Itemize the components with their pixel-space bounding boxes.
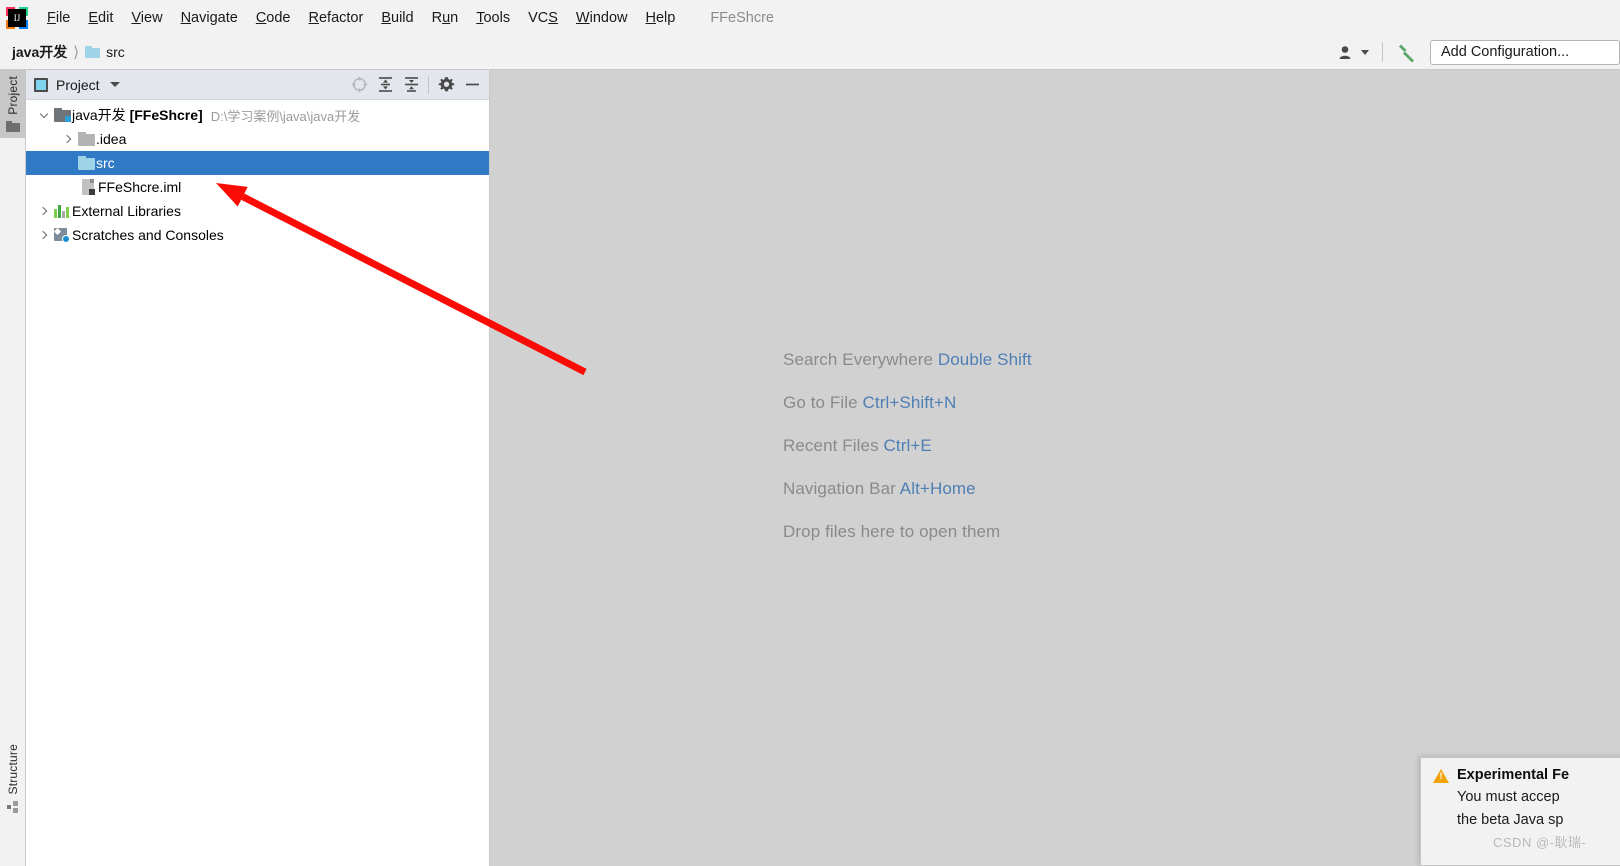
hint-shortcut: Alt+Home (899, 479, 976, 498)
tree-row-external-libraries[interactable]: External Libraries (26, 199, 489, 223)
menu-code[interactable]: Code (247, 6, 300, 30)
settings-button[interactable] (433, 73, 459, 97)
watermark-text: CSDN @-耿瑞- (1493, 835, 1587, 850)
hint-navigation-bar: Navigation Bar Alt+Home (783, 479, 976, 498)
menu-tools[interactable]: Tools (467, 6, 519, 30)
menu-build[interactable]: Build (372, 6, 422, 30)
sidebar-tab-project-label: Project (6, 76, 20, 115)
hint-recent-files: Recent Files Ctrl+E (783, 436, 932, 455)
tree-label-idea-folder: .idea (96, 131, 127, 147)
warning-triangle-icon (1433, 769, 1449, 783)
breadcrumb: java开发 ⟩ src (12, 42, 125, 62)
project-tool-window-header: Project (26, 70, 489, 100)
chevron-right-icon[interactable] (36, 223, 52, 247)
main-toolbar-right: Add Configuration... (1333, 35, 1620, 69)
menu-refactor[interactable]: Refactor (300, 6, 373, 30)
menu-help[interactable]: Help (636, 6, 684, 30)
user-account-button[interactable] (1333, 39, 1375, 65)
scratches-icon (52, 227, 72, 243)
menu-vcs[interactable]: VCS (519, 6, 567, 30)
tree-label-project-root: java开发 [FFeShcre] (72, 107, 203, 123)
sidebar-tab-structure[interactable]: Structure (0, 738, 26, 819)
build-hammer-button[interactable] (1390, 39, 1424, 65)
notification-line: the beta Java sp (1457, 812, 1564, 828)
expand-all-button[interactable] (372, 73, 398, 97)
collapse-all-icon (404, 77, 418, 92)
add-configuration-button[interactable]: Add Configuration... (1430, 39, 1620, 65)
notification-body: You must accep the beta Java sp (1433, 786, 1620, 832)
menu-edit[interactable]: Edit (79, 6, 122, 30)
project-tree: java开发 [FFeShcre] D:\学习案例\java\java开发 .i… (26, 100, 489, 247)
breadcrumb-separator-icon: ⟩ (73, 44, 80, 61)
hide-tool-window-button[interactable] (459, 73, 485, 97)
hint-shortcut: Ctrl+E (883, 436, 932, 455)
tree-path-project-root: D:\学习案例\java\java开发 (210, 108, 361, 124)
tree-row-idea-folder[interactable]: .idea (26, 127, 489, 151)
project-tool-window: Project java开发 [FFeShcre] D:\学习案例\java\j… (26, 70, 490, 866)
project-window-icon (34, 77, 48, 92)
hint-shortcut: Ctrl+Shift+N (862, 393, 957, 412)
chevron-right-icon[interactable] (36, 199, 52, 223)
project-tool-window-actions (346, 73, 485, 97)
chevron-down-icon (1361, 49, 1369, 55)
hint-drop-files: Drop files here to open them (783, 522, 1001, 541)
hint-shortcut: Double Shift (937, 350, 1032, 369)
hint-go-to-file: Go to File Ctrl+Shift+N (783, 393, 957, 412)
project-tool-window-title: Project (56, 76, 100, 93)
breadcrumb-item-src[interactable]: src (106, 44, 125, 60)
user-account-icon (1339, 45, 1351, 59)
window-project-name: FFeShcre (710, 9, 774, 26)
folder-icon (6, 120, 20, 132)
editor-hints-list: Search Everywhere Double Shift Go to Fil… (783, 350, 1032, 542)
menu-run[interactable]: Run (423, 6, 468, 30)
menu-window[interactable]: Window (567, 6, 637, 30)
module-folder-icon (52, 108, 72, 122)
iml-file-icon (78, 179, 98, 195)
structure-icon (6, 800, 20, 813)
collapse-all-button[interactable] (398, 73, 424, 97)
editor-empty-area[interactable]: Search Everywhere Double Shift Go to Fil… (490, 70, 1620, 866)
tree-label-external-libraries: External Libraries (72, 203, 181, 219)
toolbar-separator (428, 75, 429, 94)
tree-label-src-folder: src (96, 155, 115, 171)
navigation-bar: java开发 ⟩ src Add Configuration... (0, 35, 1620, 70)
chevron-right-icon[interactable] (60, 127, 76, 151)
tree-row-scratches-and-consoles[interactable]: Scratches and Consoles (26, 223, 489, 247)
menu-navigate[interactable]: Navigate (172, 6, 247, 30)
intellij-idea-logo-icon: IJ (6, 6, 28, 29)
folder-gray-icon (76, 132, 96, 146)
project-view-selector[interactable]: Project (30, 77, 124, 93)
tree-row-src-folder[interactable]: src (26, 151, 489, 175)
intellij-idea-window: IJ File Edit View Navigate Code Refactor… (0, 0, 1620, 866)
libraries-icon (52, 204, 72, 218)
breadcrumb-item-project[interactable]: java开发 (12, 42, 67, 62)
notification-title: Experimental Fe (1457, 767, 1570, 783)
tree-label-iml-file: FFeShcre.iml (98, 179, 182, 195)
left-tool-window-strip: Project Structure (0, 70, 26, 866)
folder-icon (85, 46, 101, 58)
tree-row-project-root[interactable]: java开发 [FFeShcre] D:\学习案例\java\java开发 (26, 103, 489, 127)
add-configuration-label: Add Configuration... (1441, 44, 1570, 60)
menu-file[interactable]: File (38, 6, 79, 30)
chevron-down-icon (109, 82, 120, 87)
chevron-down-icon[interactable] (36, 103, 52, 127)
settings-gear-icon (438, 77, 454, 92)
toolbar-separator (1382, 42, 1383, 62)
hide-icon (465, 83, 479, 86)
hint-search-everywhere: Search Everywhere Double Shift (783, 350, 1032, 369)
select-opened-file-icon (351, 76, 367, 93)
tree-label-scratches-and-consoles: Scratches and Consoles (72, 227, 224, 243)
sidebar-tab-project[interactable]: Project (0, 70, 26, 138)
menu-bar: IJ File Edit View Navigate Code Refactor… (0, 0, 1620, 35)
menu-view[interactable]: View (122, 6, 171, 30)
expand-all-icon (378, 77, 392, 92)
select-opened-file-button[interactable] (346, 73, 372, 97)
sidebar-tab-structure-label: Structure (6, 744, 20, 795)
notification-header: Experimental Fe (1433, 767, 1620, 783)
tree-row-iml-file[interactable]: FFeShcre.iml (26, 175, 489, 199)
notification-line: You must accep (1457, 789, 1560, 805)
folder-blue-icon (76, 156, 96, 170)
build-hammer-icon (1399, 44, 1414, 63)
